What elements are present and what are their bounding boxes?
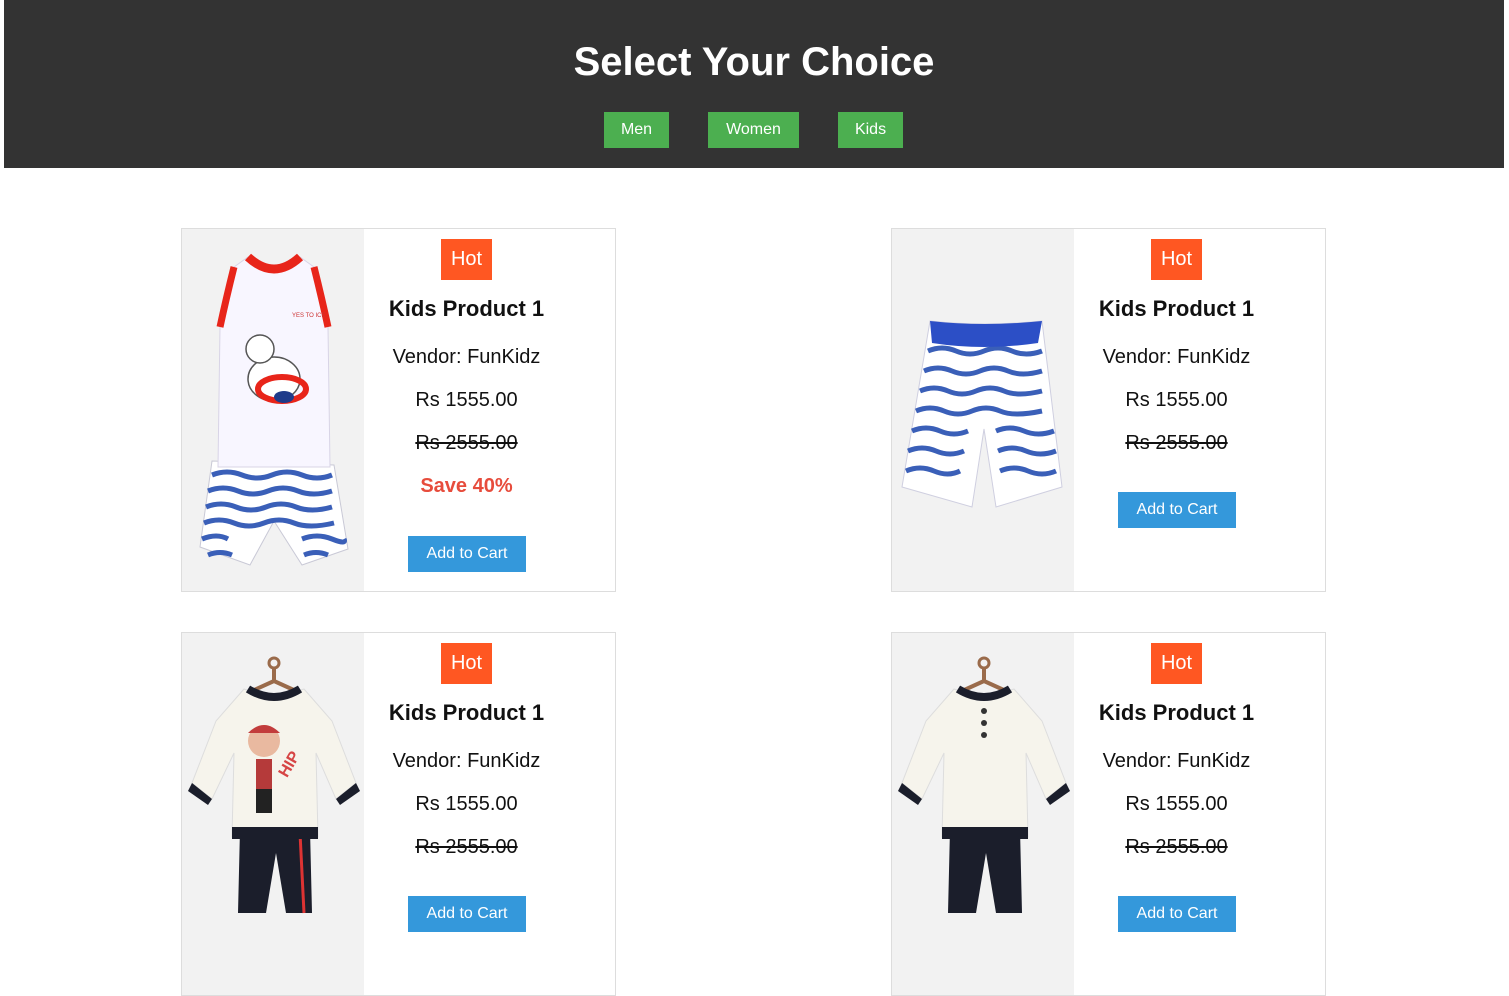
product-image[interactable]: [892, 229, 1074, 591]
product-vendor: Vendor: FunKidz: [1102, 346, 1251, 368]
product-save-label: Save 40%: [420, 475, 513, 497]
product-old-price: Rs 2555.00: [415, 836, 518, 858]
product-old-price: Rs 2555.00: [415, 432, 518, 454]
hot-badge: Hot: [1151, 239, 1202, 280]
product-card: YES TO ICE Hot Kids Product 1 Vendor: Fu…: [181, 228, 616, 592]
add-to-cart-button[interactable]: Add to Cart: [1118, 896, 1236, 932]
product-info: Hot Kids Product 1 Vendor: FunKidz Rs 15…: [364, 229, 615, 591]
plain-sweatshirt-and-joggers-image: [898, 656, 1070, 913]
nav-button-kids[interactable]: Kids: [838, 112, 903, 148]
hot-badge: Hot: [441, 643, 492, 684]
nav-button-men[interactable]: Men: [604, 112, 669, 148]
printed-sweatshirt-and-joggers-image: HIP: [188, 656, 360, 914]
add-to-cart-button[interactable]: Add to Cart: [1118, 492, 1236, 528]
product-image[interactable]: [892, 633, 1074, 995]
product-price: Rs 1555.00: [415, 389, 518, 411]
product-info: Hot Kids Product 1 Vendor: FunKidz Rs 15…: [1074, 633, 1325, 995]
product-card: Hot Kids Product 1 Vendor: FunKidz Rs 15…: [891, 228, 1326, 592]
add-to-cart-button[interactable]: Add to Cart: [408, 536, 526, 572]
category-nav: Men Women Kids: [4, 112, 1504, 148]
product-old-price: Rs 2555.00: [1125, 432, 1228, 454]
product-title[interactable]: Kids Product 1: [1074, 295, 1279, 323]
hot-badge: Hot: [441, 239, 492, 280]
product-vendor: Vendor: FunKidz: [1102, 750, 1251, 772]
product-info: Hot Kids Product 1 Vendor: FunKidz Rs 15…: [364, 633, 615, 995]
sleeveless-top-and-striped-shorts-image: YES TO ICE: [199, 253, 349, 566]
product-old-price: Rs 2555.00: [1125, 836, 1228, 858]
product-image[interactable]: YES TO ICE: [182, 229, 364, 591]
product-image[interactable]: HIP: [182, 633, 364, 995]
product-title[interactable]: Kids Product 1: [1074, 699, 1279, 727]
striped-shorts-image: [901, 320, 1063, 508]
nav-button-women[interactable]: Women: [708, 112, 799, 148]
page-title: Select Your Choice: [573, 40, 935, 84]
product-price: Rs 1555.00: [1125, 793, 1228, 815]
product-card: Hot Kids Product 1 Vendor: FunKidz Rs 15…: [891, 632, 1326, 996]
product-vendor: Vendor: FunKidz: [392, 750, 541, 772]
add-to-cart-button[interactable]: Add to Cart: [408, 896, 526, 932]
product-info: Hot Kids Product 1 Vendor: FunKidz Rs 15…: [1074, 229, 1325, 591]
product-price: Rs 1555.00: [415, 793, 518, 815]
product-price: Rs 1555.00: [1125, 389, 1228, 411]
hot-badge: Hot: [1151, 643, 1202, 684]
svg-text:YES TO ICE: YES TO ICE: [292, 313, 325, 319]
page-header: Select Your Choice Men Women Kids: [4, 0, 1504, 168]
product-title[interactable]: Kids Product 1: [364, 295, 569, 323]
product-vendor: Vendor: FunKidz: [392, 346, 541, 368]
product-card: HIP Hot Kids Product 1 Vendor: FunKidz R…: [181, 632, 616, 996]
product-title[interactable]: Kids Product 1: [364, 699, 569, 727]
